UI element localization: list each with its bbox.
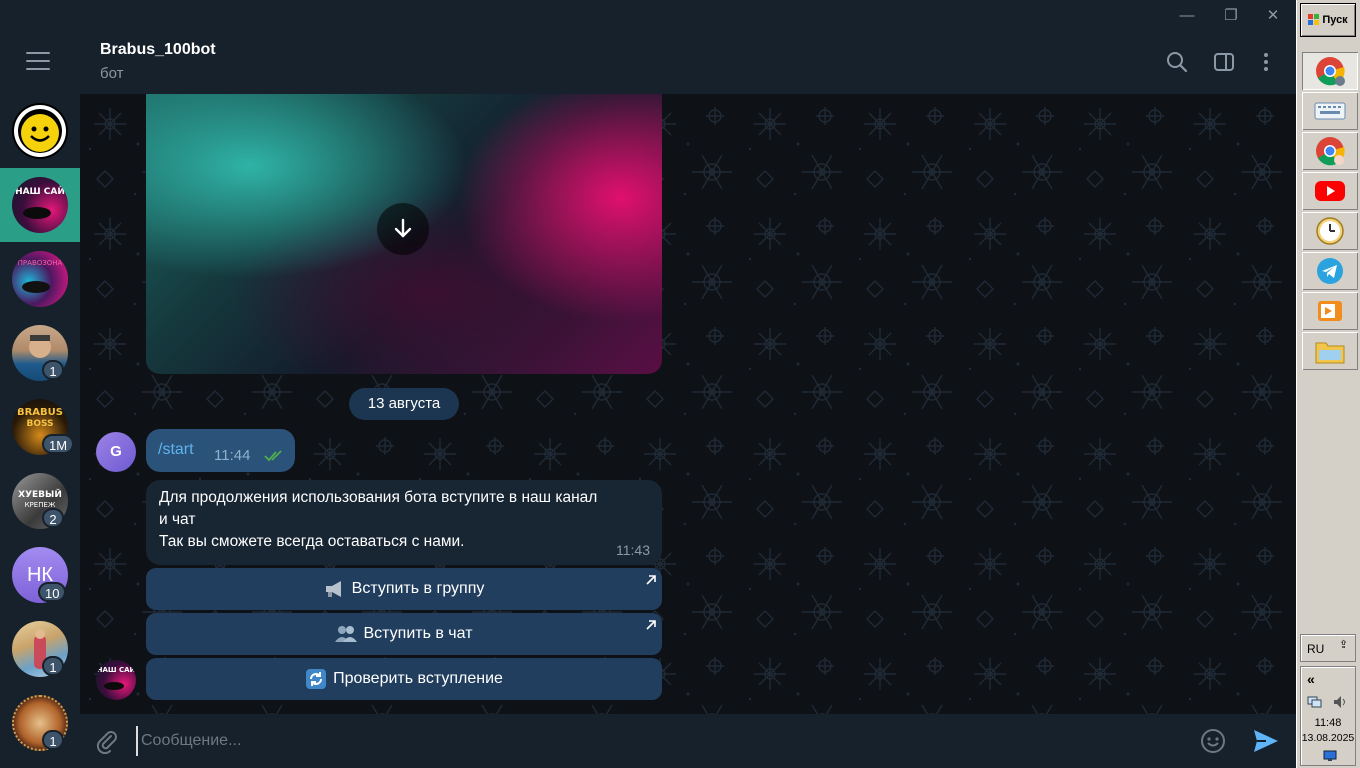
send-icon[interactable] — [1252, 727, 1280, 760]
check-membership-label: Проверить вступление — [333, 670, 503, 687]
tray-collapse-button[interactable]: « — [1301, 671, 1355, 687]
sidebar-toggle-icon[interactable] — [1212, 50, 1236, 74]
avatar — [12, 103, 68, 159]
check-membership-button[interactable]: Проверить вступление — [146, 658, 662, 700]
date-separator: 13 августа — [349, 388, 459, 420]
message-text-line: Для продолжения использования бота вступ… — [159, 489, 598, 506]
svg-text:ПРАВОЗОНА: ПРАВОЗОНА — [18, 259, 63, 267]
message-input[interactable] — [136, 726, 1176, 756]
unread-badge: 1 — [42, 656, 64, 676]
download-icon[interactable] — [377, 203, 429, 255]
windows-logo-icon — [1308, 14, 1320, 26]
sidebar-item-painting[interactable]: 1 — [0, 686, 80, 760]
message-time: 11:43 — [616, 542, 650, 558]
media-preview[interactable] — [146, 94, 662, 374]
file-explorer-icon[interactable] — [1302, 332, 1358, 370]
chrome-icon[interactable] — [1302, 52, 1358, 90]
attach-icon[interactable] — [94, 728, 120, 759]
telegram-window: — ❐ ✕ НАШ САЙ ПРАВОЗОНА 1 BRABUS BOSS 1M… — [0, 0, 1296, 768]
media-player-icon[interactable] — [1302, 292, 1358, 330]
language-indicator[interactable]: RU ⇪ — [1300, 634, 1356, 662]
close-button[interactable]: ✕ — [1252, 0, 1294, 30]
people-icon — [335, 625, 358, 643]
outgoing-message[interactable]: /start 11:44 — [146, 429, 295, 472]
search-icon[interactable] — [1165, 50, 1189, 74]
network-icon[interactable] — [1307, 695, 1323, 714]
join-chat-label: Вступить в чат — [363, 625, 473, 642]
avatar[interactable]: G — [96, 432, 136, 472]
chat-header: Brabus_100bot бот — [80, 30, 1296, 94]
svg-text:BRABUS: BRABUS — [17, 407, 63, 418]
chat-subtitle: бот — [100, 65, 124, 82]
unread-badge: 10 — [38, 582, 67, 602]
start-button[interactable]: Пуск — [1300, 3, 1356, 37]
chat-title[interactable]: Brabus_100bot — [100, 41, 216, 59]
system-tray: « 11:48 13.08.2025 — [1300, 666, 1356, 766]
sidebar-item-smiley[interactable] — [0, 94, 80, 168]
avatar: НАШ САЙ — [12, 177, 68, 233]
unread-badge: 1 — [42, 730, 64, 750]
unread-badge: 1 — [42, 360, 64, 380]
chrome-profile-icon[interactable] — [1302, 132, 1358, 170]
svg-text:BOSS: BOSS — [26, 419, 53, 429]
external-link-icon — [646, 572, 656, 590]
sidebar-item-brabus-2[interactable]: ПРАВОЗОНА — [0, 242, 80, 316]
title-bar: — ❐ ✕ — [0, 0, 1296, 30]
avatar: ПРАВОЗОНА — [12, 251, 68, 307]
external-link-icon — [646, 617, 656, 635]
emoji-icon[interactable] — [1200, 728, 1226, 759]
sidebar-item-woman-photo[interactable]: 1 — [0, 612, 80, 686]
clock-date[interactable]: 13.08.2025 — [1301, 732, 1355, 744]
join-chat-button[interactable]: Вступить в чат — [146, 613, 662, 655]
sidebar-item-man-photo[interactable]: 1 — [0, 316, 80, 390]
keyboard-layout-icon: ⇪ — [1339, 639, 1349, 651]
double-check-icon — [264, 449, 288, 468]
clock-time[interactable]: 11:48 — [1301, 717, 1355, 729]
join-group-label: Вступить в группу — [351, 580, 485, 597]
message-text-line: и чат — [159, 511, 196, 528]
more-icon[interactable] — [1254, 50, 1278, 74]
language-label: RU — [1307, 642, 1325, 656]
telegram-icon[interactable] — [1302, 252, 1358, 290]
join-group-button[interactable]: Вступить в группу — [146, 568, 662, 610]
sidebar-item-nk[interactable]: НК 10 — [0, 538, 80, 612]
youtube-icon[interactable] — [1302, 172, 1358, 210]
sidebar-item-brabus-boss[interactable]: BRABUS BOSS 1M — [0, 390, 80, 464]
avatar[interactable]: НАШ САЙ — [96, 660, 136, 700]
incoming-message[interactable]: Для продолжения использования бота вступ… — [146, 480, 662, 565]
start-label: Пуск — [1322, 14, 1348, 26]
clock-icon[interactable] — [1302, 212, 1358, 250]
message-time: 11:44 — [214, 447, 251, 464]
refresh-icon — [305, 668, 327, 690]
monitor-icon — [1323, 749, 1337, 767]
unread-badge: 2 — [42, 508, 64, 528]
chat-messages: 13 августа G /start 11:44 Для продолжени… — [80, 94, 1296, 714]
chat-list-sidebar: НАШ САЙ ПРАВОЗОНА 1 BRABUS BOSS 1M ХУЕВЫЙ… — [0, 30, 80, 768]
menu-icon[interactable] — [26, 52, 52, 70]
taskbar: Пуск RU ⇪ « 11:48 13.08.2025 — [1296, 0, 1360, 768]
sidebar-item-brabus-forum[interactable]: НАШ САЙ — [0, 168, 80, 242]
maximize-button[interactable]: ❐ — [1210, 0, 1252, 30]
minimize-button[interactable]: — — [1166, 0, 1208, 30]
unread-badge: 1M — [42, 434, 75, 454]
svg-text:ХУЕВЫЙ: ХУЕВЫЙ — [18, 488, 62, 500]
megaphone-icon — [324, 579, 346, 599]
svg-text:НАШ САЙ: НАШ САЙ — [15, 185, 65, 197]
volume-icon[interactable] — [1333, 695, 1349, 714]
message-command-link[interactable]: /start — [158, 441, 194, 459]
composer — [80, 714, 1296, 768]
svg-text:НАШ САЙ: НАШ САЙ — [97, 665, 136, 674]
message-text-line: Так вы сможете всегда оставаться с нами. — [159, 533, 465, 550]
sidebar-item-khuevyy[interactable]: ХУЕВЫЙ КРЕПЕЖ 2 — [0, 464, 80, 538]
keyboard-icon[interactable] — [1302, 92, 1358, 130]
